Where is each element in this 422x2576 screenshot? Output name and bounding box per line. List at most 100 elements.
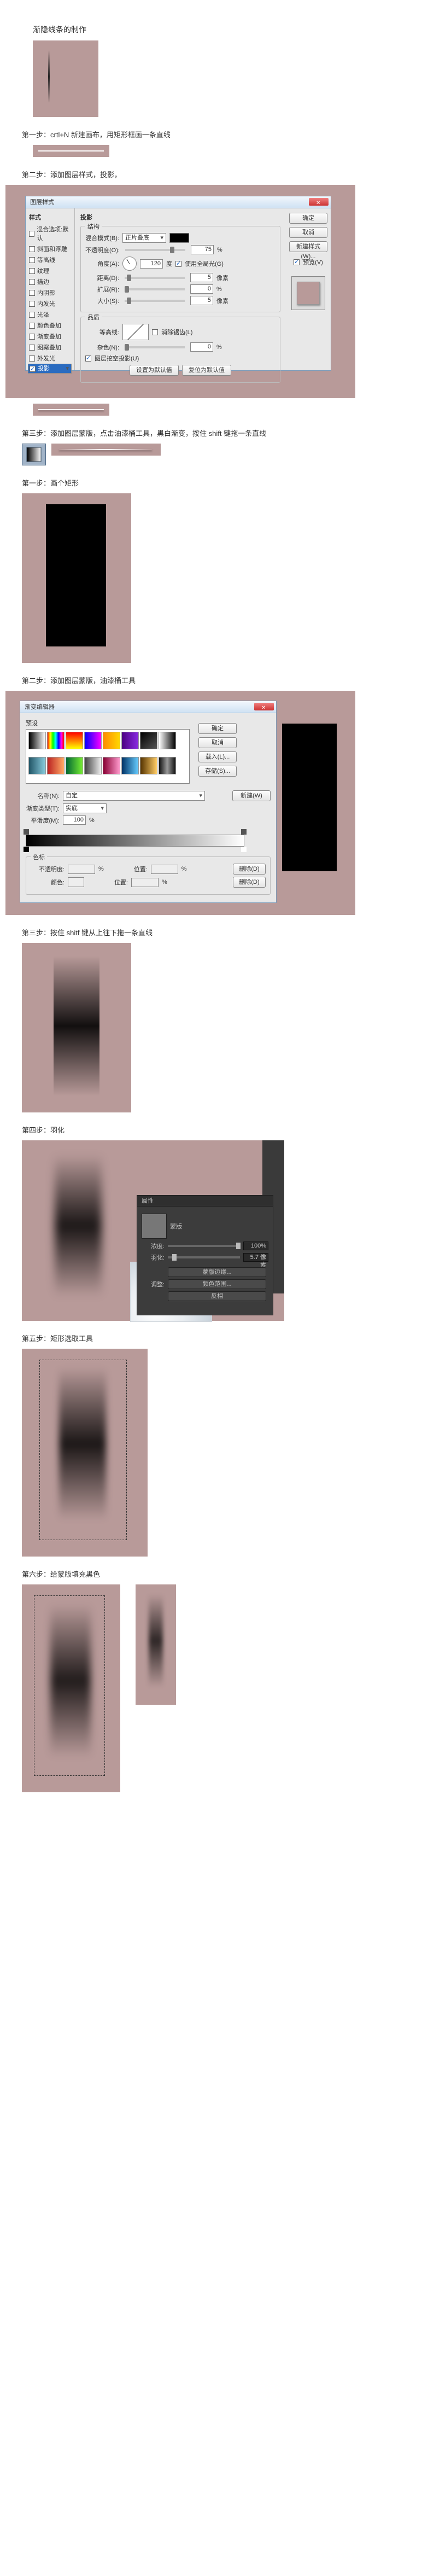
gradient-preset-swatch[interactable] <box>66 757 83 774</box>
gradient-preset-swatch[interactable] <box>103 732 120 749</box>
style-item-outerglow[interactable]: 外发光 <box>28 353 72 364</box>
style-item-innershadow[interactable]: 内阴影 <box>28 287 72 298</box>
b-step4-thumb <box>22 1140 131 1321</box>
angle-dial[interactable] <box>122 257 137 271</box>
gradient-preset-swatch[interactable] <box>140 757 157 774</box>
style-item-gradoverlay[interactable]: 渐变叠加 <box>28 331 72 342</box>
noise-value[interactable]: 0 <box>190 342 213 352</box>
gradient-preset-swatch[interactable] <box>121 732 139 749</box>
gradient-bar[interactable] <box>26 835 244 847</box>
stops-group: 色标 不透明度: % 位置: % 删除(D) 颜色: 位置: % 删除(D) <box>26 856 271 895</box>
style-item-bevel[interactable]: 斜面和浮雕 <box>28 243 72 254</box>
mask-thumbnail[interactable] <box>142 1214 167 1239</box>
color-stop-right[interactable] <box>241 847 247 852</box>
color-stop-left[interactable] <box>24 847 29 852</box>
stop-loc-value-2[interactable] <box>131 878 159 887</box>
pane-title: 投影 <box>80 213 280 222</box>
style-item-patternoverlay[interactable]: 图案叠加 <box>28 342 72 353</box>
close-icon[interactable] <box>254 703 274 710</box>
gradient-presets[interactable] <box>26 729 190 784</box>
gradient-preset-swatch[interactable] <box>28 732 46 749</box>
close-icon[interactable] <box>309 198 329 206</box>
stop-opacity-value[interactable] <box>68 865 95 874</box>
gradient-preset-swatch[interactable] <box>159 757 176 774</box>
a-step2-thumb: 图层样式 样式 混合选项:默认 斜面和浮雕 等高线 纹理 描边 内阴影 内发光 … <box>5 185 355 398</box>
antialias-checkbox[interactable] <box>152 329 158 335</box>
opacity-stop-left[interactable] <box>24 829 29 835</box>
blend-options-item[interactable]: 混合选项:默认 <box>28 224 72 243</box>
new-style-button[interactable]: 新建样式(W)... <box>289 241 327 252</box>
cancel-button[interactable]: 取消 <box>289 227 327 238</box>
gradient-preset-swatch[interactable] <box>66 732 83 749</box>
gradient-preset-swatch[interactable] <box>47 732 65 749</box>
spread-value[interactable]: 0 <box>190 284 213 294</box>
style-item-innerglow[interactable]: 内发光 <box>28 298 72 309</box>
gradient-preset-swatch[interactable] <box>28 757 46 774</box>
white-line <box>38 150 104 151</box>
ge-new-button[interactable]: 新建(W) <box>232 790 271 801</box>
knockout-checkbox[interactable]: ✓ <box>85 355 91 362</box>
shadow-color-swatch[interactable] <box>169 233 189 243</box>
feather-value[interactable]: 5.7 像素 <box>243 1253 268 1262</box>
gradient-preset-swatch[interactable] <box>159 732 176 749</box>
reset-default-button[interactable]: 复位为默认值 <box>182 365 231 376</box>
density-value[interactable]: 100% <box>243 1242 268 1250</box>
feather-slider[interactable] <box>168 1256 240 1258</box>
ge-ok-button[interactable]: 确定 <box>198 723 237 734</box>
spread-slider[interactable] <box>125 288 185 290</box>
ge-name-input[interactable]: 自定 <box>63 791 205 801</box>
gradient-preset-swatch[interactable] <box>84 732 102 749</box>
global-light-checkbox[interactable]: ✓ <box>175 261 181 267</box>
invert-button[interactable]: 反相 <box>168 1291 266 1301</box>
ok-button[interactable]: 确定 <box>289 213 327 224</box>
gradient-preset-swatch[interactable] <box>121 757 139 774</box>
color-range-button[interactable]: 颜色范围... <box>168 1279 266 1289</box>
noise-unit: % <box>216 344 222 351</box>
global-light-label: 使用全局光(G) <box>185 259 224 268</box>
b-step1-label: 第一步：画个矩形 <box>0 465 422 493</box>
spread-unit: % <box>216 286 222 293</box>
gradient-picker-icon[interactable] <box>22 444 46 465</box>
b-step5-thumb <box>22 1349 148 1557</box>
preview-checkbox[interactable]: ✓ <box>294 259 300 265</box>
marquee-selection <box>39 1360 127 1540</box>
ge-cancel-button[interactable]: 取消 <box>198 737 237 748</box>
mask-label: 蒙版 <box>170 1222 182 1231</box>
ge-save-button[interactable]: 存储(S)... <box>198 766 237 777</box>
gradient-preset-swatch[interactable] <box>103 757 120 774</box>
opacity-value[interactable]: 75 <box>191 245 214 254</box>
stop-delete-1[interactable]: 删除(D) <box>233 864 266 875</box>
b-step3-thumb <box>22 943 131 1112</box>
style-item-texture[interactable]: 纹理 <box>28 265 72 276</box>
stop-loc-value[interactable] <box>151 865 178 874</box>
noise-slider[interactable] <box>125 346 185 348</box>
blend-mode-select[interactable]: 正片叠底 <box>122 233 166 243</box>
stop-delete-2[interactable]: 删除(D) <box>233 877 266 888</box>
mask-edge-button[interactable]: 蒙版边缘... <box>168 1267 266 1277</box>
style-item-contour[interactable]: 等高线 <box>28 254 72 265</box>
page-title: 渐隐线条的制作 <box>0 11 422 40</box>
style-item-coloroverlay[interactable]: 颜色叠加 <box>28 320 72 331</box>
make-default-button[interactable]: 设置为默认值 <box>130 365 179 376</box>
gradient-preset-swatch[interactable] <box>84 757 102 774</box>
b-step6-thumb-small <box>136 1584 176 1705</box>
size-value[interactable]: 5 <box>190 296 213 305</box>
angle-value[interactable]: 120 <box>140 259 163 269</box>
style-item-satin[interactable]: 光泽 <box>28 309 72 320</box>
gradient-preset-swatch[interactable] <box>140 732 157 749</box>
style-item-stroke[interactable]: 描边 <box>28 276 72 287</box>
style-item-dropshadow[interactable]: 投影 <box>28 364 72 374</box>
gradient-preset-swatch[interactable] <box>47 757 65 774</box>
contour-picker[interactable] <box>122 324 149 340</box>
distance-value[interactable]: 5 <box>190 273 213 282</box>
ge-smooth-value[interactable]: 100 <box>63 815 86 825</box>
size-slider[interactable] <box>125 300 185 302</box>
opacity-stop-right[interactable] <box>241 829 247 835</box>
distance-slider[interactable] <box>125 277 185 279</box>
ge-type-select[interactable]: 实底 <box>63 803 107 813</box>
density-slider[interactable] <box>168 1245 240 1247</box>
ge-title-text: 渐变编辑器 <box>25 704 55 710</box>
opacity-slider[interactable] <box>125 249 185 251</box>
ge-load-button[interactable]: 载入(L)... <box>198 751 237 762</box>
stop-color-swatch[interactable] <box>68 877 84 887</box>
